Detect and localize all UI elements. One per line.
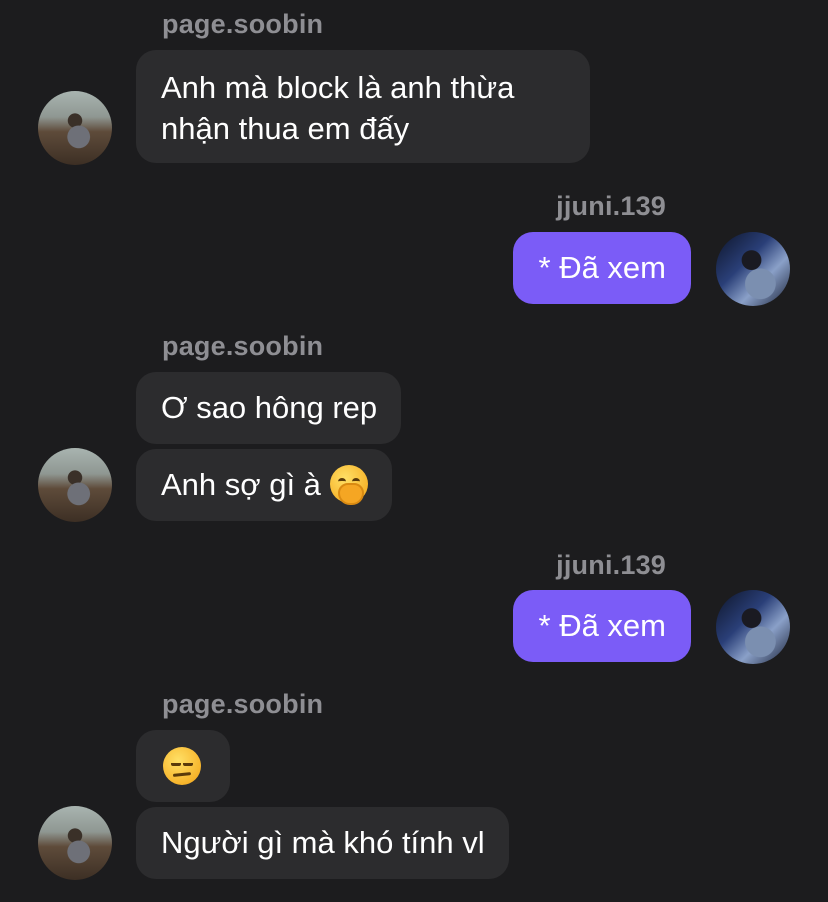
- sender-name: jjuni.139: [556, 550, 666, 580]
- message-text: * Đã xem: [538, 250, 666, 285]
- message-text: Anh mà block là anh thừa nhận thua em đấ…: [161, 70, 515, 146]
- message-bubble-incoming[interactable]: Anh mà block là anh thừa nhận thua em đấ…: [136, 50, 590, 163]
- avatar[interactable]: [38, 448, 112, 522]
- message-text: Người gì mà khó tính vl: [161, 825, 485, 860]
- message-text: * Đã xem: [538, 608, 666, 643]
- sender-name: page.soobin: [162, 689, 324, 719]
- avatar[interactable]: [716, 232, 790, 306]
- message-bubble-incoming[interactable]: Người gì mà khó tính vl: [136, 807, 509, 879]
- face-with-hand-over-mouth-emoji: [329, 464, 368, 505]
- chat-thread: page.soobin Anh mà block là anh thừa nhậ…: [0, 0, 828, 902]
- message-bubble-outgoing[interactable]: * Đã xem: [512, 232, 691, 304]
- message-bubble-incoming[interactable]: [136, 730, 230, 802]
- message-bubble-incoming[interactable]: Ơ sao hông rep: [136, 372, 402, 444]
- message-bubble-incoming[interactable]: Anh sợ gì à: [136, 449, 392, 521]
- avatar[interactable]: [38, 91, 112, 165]
- unamused-face-emoji: [163, 746, 201, 785]
- sender-name: page.soobin: [162, 9, 324, 39]
- avatar[interactable]: [716, 590, 790, 664]
- message-text: Ơ sao hông rep: [161, 390, 378, 425]
- message-bubble-outgoing[interactable]: * Đã xem: [512, 590, 691, 662]
- sender-name: jjuni.139: [556, 191, 666, 221]
- message-text: Anh sợ gì à: [161, 467, 321, 502]
- sender-name: page.soobin: [162, 331, 324, 361]
- avatar[interactable]: [38, 806, 112, 880]
